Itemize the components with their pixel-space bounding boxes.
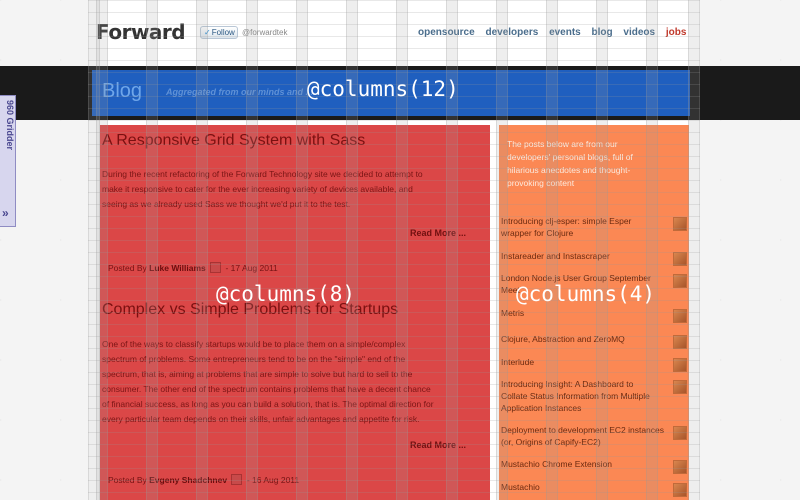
author-avatar — [673, 426, 687, 440]
forward-logo[interactable]: Forward — [96, 20, 186, 44]
follow-label: Follow — [211, 28, 235, 37]
author-avatar — [673, 309, 687, 323]
author-avatar — [673, 460, 687, 474]
grid-column — [446, 0, 458, 500]
post-excerpt: One of the ways to classify startups wou… — [102, 339, 434, 424]
author-avatar — [673, 358, 687, 372]
nav-developers[interactable]: developers — [485, 27, 538, 38]
grid-column — [346, 0, 358, 500]
post-excerpt: During the recent refactoring of the For… — [102, 169, 423, 209]
grid-gutter — [688, 0, 700, 500]
blog-tagline: Aggregated from our minds and ... — [166, 87, 314, 97]
author-link[interactable]: Evgeny Shadchnev — [149, 475, 227, 485]
author-avatar — [210, 262, 222, 273]
author-avatar — [673, 217, 687, 231]
columns-12-label: @columns(12) — [307, 77, 459, 101]
author-avatar — [673, 252, 687, 266]
grid-column — [246, 0, 258, 500]
expand-arrow-icon[interactable]: » — [2, 206, 9, 220]
gridder-label: 960 Gridder — [5, 100, 15, 151]
post-title[interactable]: A Responsive Grid System with Sass — [102, 132, 365, 150]
author-avatar — [673, 380, 687, 394]
grid-gutter — [88, 0, 100, 500]
blog-title: Blog — [102, 80, 143, 102]
columns-8-label: @columns(8) — [216, 282, 356, 306]
grid-column — [596, 0, 608, 500]
author-avatar — [673, 274, 687, 288]
author-avatar — [231, 474, 243, 485]
grid-column — [646, 0, 658, 500]
grid-column — [396, 0, 408, 500]
grid-column — [496, 0, 508, 500]
grid-column — [196, 0, 208, 500]
author-avatar — [673, 335, 687, 349]
grid-column — [296, 0, 308, 500]
grid-column — [546, 0, 558, 500]
columns-4-label: @columns(4) — [516, 282, 656, 306]
author-avatar — [673, 483, 687, 497]
sidebar-intro: The posts below are from our developers'… — [507, 139, 633, 188]
nav-jobs[interactable]: jobs — [666, 27, 687, 38]
grid-column — [146, 0, 158, 500]
